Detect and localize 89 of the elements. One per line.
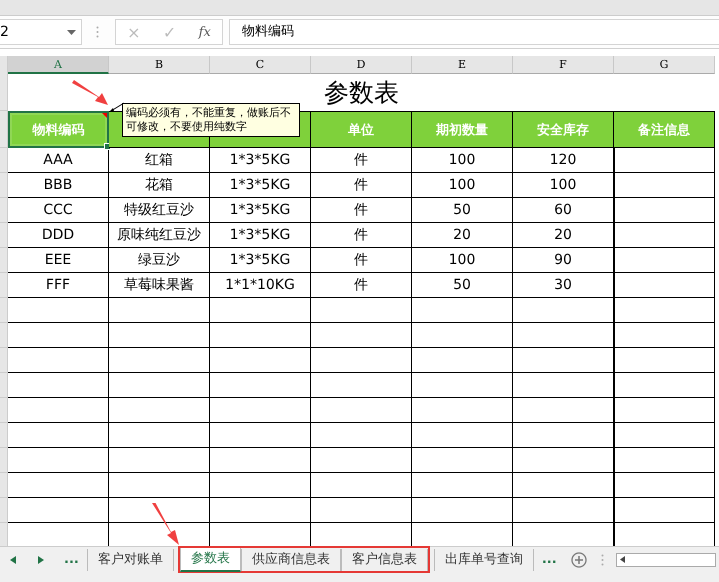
table-cell: 花箱: [109, 173, 210, 198]
table-cell: 1*3*5KG: [210, 148, 311, 173]
row-header[interactable]: [0, 373, 8, 398]
row-header[interactable]: [0, 523, 8, 546]
table-cell: CCC: [8, 198, 109, 223]
table-cell: 1*3*5KG: [210, 248, 311, 273]
table-cell: 50: [412, 273, 513, 298]
table-cell: FFF: [8, 273, 109, 298]
sheet-tab[interactable]: 供应商信息表: [240, 548, 341, 570]
sheet-tab[interactable]: 参数表: [180, 548, 241, 572]
row-header[interactable]: [0, 298, 8, 323]
table-cell: 件: [311, 223, 412, 248]
dropdown-icon: [67, 30, 76, 34]
more-icon: [600, 554, 604, 566]
table-cell: 1*3*5KG: [210, 173, 311, 198]
table-cell: AAA: [8, 148, 109, 173]
row-header[interactable]: [0, 423, 8, 448]
table-cell: 90: [513, 248, 614, 273]
table-cell: BBB: [8, 173, 109, 198]
row-header[interactable]: [0, 223, 8, 248]
row-header[interactable]: [0, 248, 8, 273]
table-cell: 60: [513, 198, 614, 223]
row-header[interactable]: [0, 148, 8, 173]
table-cell: 件: [311, 173, 412, 198]
row-header[interactable]: [0, 473, 8, 498]
table-cell: 件: [311, 273, 412, 298]
table-cell: 120: [513, 148, 614, 173]
formula-field[interactable]: 物料编码: [229, 19, 719, 45]
table-cell: 100: [412, 148, 513, 173]
table-cell: 件: [311, 248, 412, 273]
row-header[interactable]: [0, 111, 8, 148]
table-cell: DDD: [8, 223, 109, 248]
table-cell: 20: [513, 223, 614, 248]
scrollbar[interactable]: [616, 552, 716, 566]
table-cell: 绿豆沙: [109, 248, 210, 273]
row-header[interactable]: [0, 273, 8, 298]
previous-icon[interactable]: [10, 556, 16, 564]
header-cell: 安全库存: [513, 111, 614, 148]
more-icon: [96, 26, 99, 38]
sheet-tab[interactable]: 出库单号查询: [434, 548, 534, 570]
add-sheet-icon[interactable]: [570, 552, 587, 568]
column-header[interactable]: D: [311, 56, 412, 74]
column-header[interactable]: C: [210, 56, 311, 74]
header-cell: 期初数量: [412, 111, 513, 148]
table-cell: 1*3*5KG: [210, 223, 311, 248]
table-cell: 100: [412, 173, 513, 198]
table-cell: 30: [513, 273, 614, 298]
table-cell: 原味纯红豆沙: [109, 223, 210, 248]
column-header[interactable]: B: [109, 56, 210, 74]
column-header[interactable]: G: [614, 56, 715, 74]
table-cell: 件: [311, 198, 412, 223]
row-header[interactable]: [0, 323, 8, 348]
column-header[interactable]: E: [412, 56, 513, 74]
table-cell: 草莓味果酱: [109, 273, 210, 298]
header-cell: 物料编码: [8, 111, 109, 148]
sheet-tab[interactable]: 客户信息表: [340, 548, 428, 570]
sheet-tab[interactable]: 客户对账单: [86, 548, 174, 570]
table-cell: 件: [311, 148, 412, 173]
sheet-title: 参数表: [324, 77, 399, 109]
table-cell: 1*1*10KG: [210, 273, 311, 298]
column-header[interactable]: A: [8, 56, 109, 74]
row-header[interactable]: [0, 498, 8, 523]
column-header[interactable]: F: [513, 56, 614, 74]
header-cell: 单位: [311, 111, 412, 148]
table-cell: EEE: [8, 248, 109, 273]
table-cell: 20: [412, 223, 513, 248]
table-cell: 100: [513, 173, 614, 198]
row-header[interactable]: [0, 448, 8, 473]
arrow-drawing: [72, 80, 108, 106]
table-cell: 特级红豆沙: [109, 198, 210, 223]
select-all-button[interactable]: [0, 56, 8, 74]
table-cell: 100: [412, 248, 513, 273]
leader-line: [109, 102, 125, 112]
header-cell: 备注信息: [614, 111, 715, 148]
more-tabs-button[interactable]: ...: [534, 552, 565, 567]
next-icon[interactable]: [38, 556, 44, 564]
row-header[interactable]: [0, 348, 8, 373]
row-header[interactable]: [0, 74, 8, 111]
row-header[interactable]: [0, 198, 8, 223]
table-cell: 1*3*5KG: [210, 198, 311, 223]
row-header[interactable]: [0, 173, 8, 198]
comment-note: 编码必须有，不能重复，做账后不可修改，不要使用纯数字: [122, 103, 300, 137]
row-header[interactable]: [0, 398, 8, 423]
table-cell: 50: [412, 198, 513, 223]
name-box[interactable]: 2: [0, 19, 82, 45]
scroll-left-icon[interactable]: [620, 556, 625, 563]
more-tabs-button[interactable]: ...: [56, 552, 87, 567]
formula-button[interactable]: fx: [198, 24, 211, 40]
table-cell: 红箱: [109, 148, 210, 173]
